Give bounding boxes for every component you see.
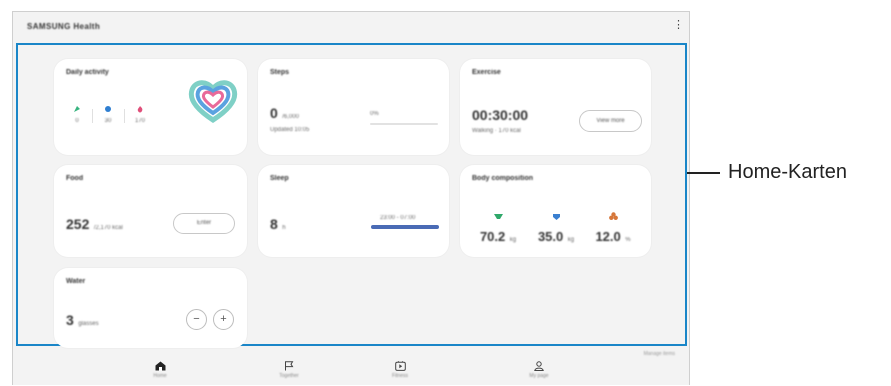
sleep-bar: [371, 225, 439, 229]
body-composition-card[interactable]: Body composition 70.2 kg 35.0 kg 12.0 %: [460, 165, 651, 257]
app-header: SAMSUNG Health ⋮: [13, 12, 689, 42]
metric-divider: [92, 109, 93, 123]
muscle-value: 35.0: [537, 229, 564, 244]
water-plus-button[interactable]: +: [213, 309, 234, 330]
nav-label: Fitness: [391, 373, 409, 379]
weight-unit: kg: [509, 237, 517, 243]
active-time-metric-value: 30: [104, 118, 112, 124]
food-enter-button[interactable]: Enter: [173, 213, 235, 234]
steps-subtitle: Updated 10:05: [270, 127, 310, 133]
exercise-view-more-button[interactable]: View more: [579, 110, 642, 132]
steps-value: 0: [270, 105, 278, 121]
card-title: Water: [66, 278, 86, 285]
body-fat-unit: %: [625, 237, 631, 243]
more-vertical-icon[interactable]: ⋮: [673, 20, 684, 31]
water-minus-button[interactable]: −: [186, 309, 207, 330]
body-fat-icon: [608, 212, 618, 220]
steps-metric: 0: [66, 100, 88, 124]
weight-metric: 70.2 kg: [472, 207, 524, 246]
bottom-navigation: Manage items Home Together Fitness My pa…: [13, 346, 689, 386]
water-value: 3: [66, 312, 74, 328]
exercise-subtitle: Walking · 170 kcal: [472, 128, 521, 134]
water-unit: glasses: [78, 321, 99, 327]
sleep-unit: h: [282, 225, 286, 231]
weight-value: 70.2: [479, 229, 506, 244]
daily-activity-card[interactable]: Daily activity 0 30 170: [54, 59, 247, 155]
card-title: Steps: [270, 69, 290, 76]
exercise-duration: 00:30:00: [472, 107, 529, 123]
nav-item-my-page[interactable]: My page: [509, 361, 569, 379]
card-title: Food: [66, 175, 84, 182]
callout-label: Home-Karten: [728, 161, 847, 183]
water-value-group: 3 glasses: [66, 312, 99, 330]
app-title: SAMSUNG Health: [27, 22, 101, 31]
card-title: Exercise: [472, 69, 501, 76]
muscle-icon: [552, 214, 560, 220]
metric-divider: [124, 109, 125, 123]
manage-items-link[interactable]: Manage items: [644, 351, 675, 357]
steps-card[interactable]: Steps 0 /6,000 Updated 10:05 0%: [258, 59, 449, 155]
sleep-value: 8: [270, 216, 278, 232]
exercise-card[interactable]: Exercise 00:30:00 Walking · 170 kcal Vie…: [460, 59, 651, 155]
flag-icon: [285, 361, 294, 371]
steps-progress-track: [370, 123, 438, 125]
steps-unit: /6,000: [282, 114, 299, 120]
food-unit: /2,170 kcal: [93, 225, 123, 231]
food-value: 252: [66, 216, 90, 232]
calories-icon: [137, 106, 143, 113]
active-time-metric: 30: [96, 100, 120, 124]
sleep-value-group: 8 h: [270, 216, 286, 234]
steps-metric-value: 0: [75, 118, 79, 124]
nav-item-together[interactable]: Together: [259, 361, 319, 379]
card-title: Body composition: [472, 175, 534, 182]
muscle-unit: kg: [567, 237, 575, 243]
fitness-play-icon: [394, 361, 406, 371]
card-title: Daily activity: [66, 69, 109, 76]
steps-progress-label: 0%: [370, 111, 379, 117]
nav-label: Together: [279, 373, 299, 379]
muscle-metric: 35.0 kg: [530, 207, 582, 246]
device-screen: SAMSUNG Health ⋮ Daily activity 0 30 170: [12, 11, 690, 385]
home-cards-highlight: Daily activity 0 30 170 Steps 0 /6,000 U…: [16, 43, 687, 348]
weight-icon: [493, 214, 503, 219]
sleep-range-label: 23:00 - 07:00: [380, 215, 416, 221]
body-fat-value: 12.0: [595, 229, 621, 244]
calories-metric-value: 170: [134, 118, 145, 124]
profile-icon: [534, 361, 544, 371]
steps-icon: [74, 106, 80, 112]
sleep-card[interactable]: Sleep 8 h 23:00 - 07:00: [258, 165, 449, 257]
food-card[interactable]: Food 252 /2,170 kcal Enter: [54, 165, 247, 257]
card-title: Sleep: [270, 175, 289, 182]
food-value-group: 252 /2,170 kcal: [66, 216, 123, 234]
water-card[interactable]: Water 3 glasses − +: [54, 268, 247, 348]
active-time-icon: [105, 106, 111, 112]
activity-heart-rings: [188, 80, 238, 123]
nav-item-fitness[interactable]: Fitness: [370, 361, 430, 379]
calories-metric: 170: [128, 100, 152, 124]
steps-value-group: 0 /6,000: [270, 105, 299, 123]
nav-item-home[interactable]: Home: [130, 361, 190, 379]
exercise-button-label: View more: [596, 118, 625, 124]
nav-label: My page: [529, 373, 549, 379]
food-button-label: Enter: [196, 220, 212, 226]
home-icon: [155, 361, 165, 371]
callout-line: [687, 172, 720, 174]
nav-label: Home: [153, 373, 167, 379]
body-fat-metric: 12.0 %: [587, 207, 639, 246]
